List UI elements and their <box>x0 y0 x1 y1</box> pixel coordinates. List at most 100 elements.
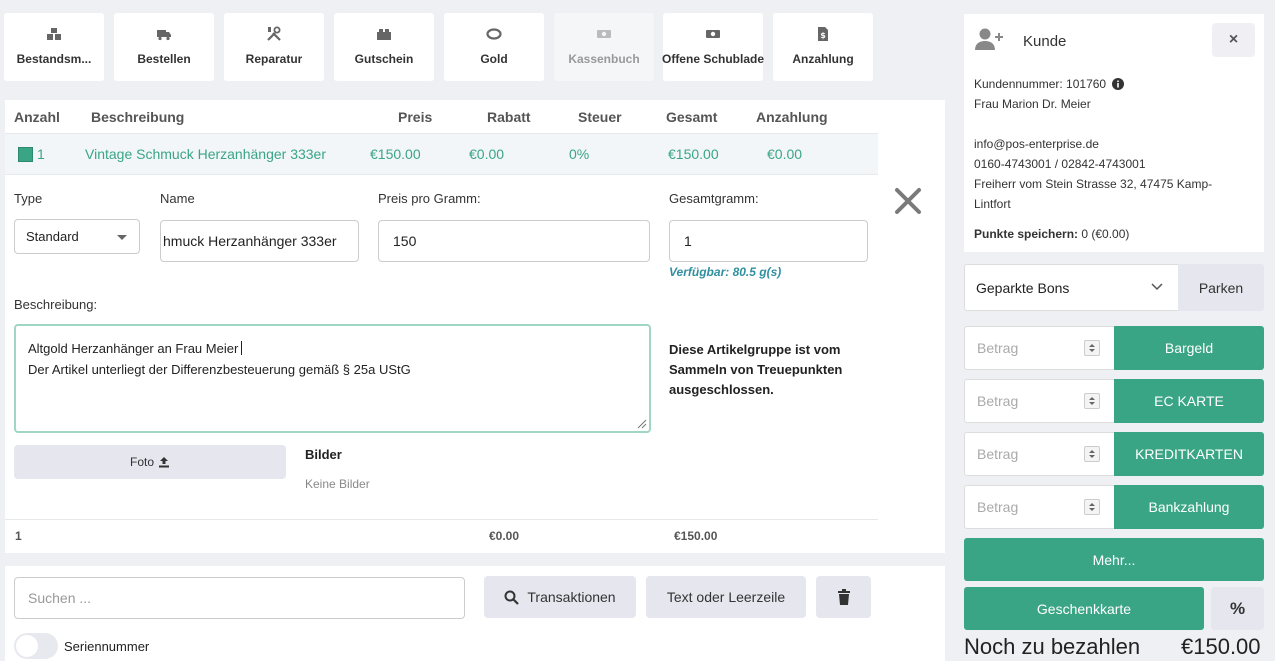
divider <box>5 519 878 520</box>
cash-label: Bargeld <box>1164 340 1214 356</box>
open-drawer-label: Offene Schublade <box>661 52 765 66</box>
amount-due-value: €150.00 <box>1181 634 1261 659</box>
credit-amount-input[interactable]: Betrag <box>964 432 1115 476</box>
park-button[interactable]: Parken <box>1178 264 1264 311</box>
resize-handle-icon[interactable] <box>635 417 647 429</box>
text-line-label: Text oder Leerzeile <box>666 589 786 605</box>
col-total: Gesamt <box>666 109 718 125</box>
row-total: €150.00 <box>668 146 719 162</box>
ec-amount-placeholder: Betrag <box>977 393 1019 409</box>
info-icon[interactable] <box>1112 78 1125 90</box>
amount-due-label: Noch zu bezahlen <box>964 634 1141 659</box>
customer-address-line2: Lintfort <box>974 197 1011 211</box>
caret-down-icon <box>117 235 127 240</box>
stepper-icon[interactable] <box>1084 393 1100 409</box>
row-tax: 0% <box>569 146 590 162</box>
photo-upload-label: Foto <box>129 455 154 469</box>
text-line-button[interactable]: Text oder Leerzeile <box>646 576 806 618</box>
add-user-icon[interactable] <box>974 27 1004 51</box>
loyalty-note: Diese Artikelgruppe ist vom Sammeln von … <box>669 342 843 397</box>
type-select[interactable]: Standard <box>14 219 140 254</box>
row-description: Vintage Schmuck Herzanhänger 333er <box>85 146 327 162</box>
search-input[interactable]: Suchen ... <box>14 577 465 619</box>
deposit-button[interactable]: $ Anzahlung <box>773 13 873 81</box>
close-icon: × <box>1228 31 1239 48</box>
ec-card-button[interactable]: EC KARTE <box>1114 379 1264 423</box>
price-per-gram-value: 150 <box>393 233 417 249</box>
tools-icon <box>267 26 281 41</box>
repair-label: Reparatur <box>245 52 303 66</box>
credit-amount-placeholder: Betrag <box>977 446 1019 462</box>
cashbook-button[interactable]: Kassenbuch <box>554 13 654 81</box>
description-line-1: Altgold Herzanhänger an Frau Meier <box>28 338 637 359</box>
row-price: €150.00 <box>370 146 421 162</box>
gift-card-label: Geschenkkarte <box>1036 600 1132 617</box>
gold-button[interactable]: Gold <box>444 13 544 81</box>
repair-button[interactable]: Reparatur <box>224 13 324 81</box>
ring-icon <box>486 28 502 40</box>
remove-customer-button[interactable]: × <box>1212 23 1255 57</box>
customer-phone: 0160-4743001 / 02842-4743001 <box>974 157 1146 171</box>
bank-amount-input[interactable]: Betrag <box>964 485 1115 529</box>
col-discount: Rabatt <box>487 109 531 125</box>
invoice-dollar-icon: $ <box>818 27 828 41</box>
more-payments-button[interactable]: Mehr... <box>964 538 1264 581</box>
price-per-gram-label: Preis pro Gramm: <box>378 191 481 206</box>
park-label: Parken <box>1198 279 1244 296</box>
serial-toggle[interactable] <box>14 633 58 659</box>
voucher-button[interactable]: Gutschein <box>334 13 434 81</box>
ec-amount-input[interactable]: Betrag <box>964 379 1115 423</box>
percent-label: % <box>1229 598 1246 618</box>
order-button[interactable]: Bestellen <box>114 13 214 81</box>
type-label: Type <box>14 191 43 206</box>
description-line-2: Der Artikel unterliegt der Differenzbest… <box>28 362 411 377</box>
search-icon <box>504 590 520 605</box>
images-empty: Keine Bilder <box>305 477 370 491</box>
inventory-button[interactable]: Bestandsm... <box>4 13 104 81</box>
col-description: Beschreibung <box>91 109 185 125</box>
available-grams: Verfügbar: 80.5 g(s) <box>669 265 782 279</box>
open-drawer-button[interactable]: Offene Schublade <box>661 13 765 81</box>
cash-drawer-icon <box>706 30 720 38</box>
customer-address-line1: Freiherr vom Stein Strasse 32, 47475 Kam… <box>974 177 1213 191</box>
description-label: Beschreibung: <box>14 297 98 312</box>
total-grams-input[interactable]: 1 <box>669 220 868 262</box>
bank-transfer-button[interactable]: Bankzahlung <box>1114 485 1264 529</box>
type-value: Standard <box>26 229 79 244</box>
text-cursor <box>241 341 243 355</box>
name-input[interactable]: hmuck Herzanhänger 333er <box>160 220 359 262</box>
toggle-knob <box>16 635 38 657</box>
customer-email: info@pos-enterprise.de <box>974 137 1099 151</box>
search-placeholder: Suchen ... <box>28 590 92 606</box>
discount-percent-button[interactable]: % <box>1211 587 1264 630</box>
inventory-label: Bestandsm... <box>16 52 92 66</box>
stepper-icon[interactable] <box>1084 446 1100 462</box>
photo-upload-button[interactable]: Foto <box>14 445 286 479</box>
gift-voucher-icon <box>377 29 391 40</box>
boxes-icon <box>47 28 61 40</box>
price-per-gram-input[interactable]: 150 <box>378 220 650 262</box>
footer-discount: €0.00 <box>489 529 520 543</box>
transactions-button[interactable]: Transaktionen <box>484 576 636 618</box>
footer-total: €150.00 <box>674 529 718 543</box>
credit-card-button[interactable]: KREDITKARTEN <box>1114 432 1264 476</box>
col-tax: Steuer <box>578 109 622 125</box>
stepper-icon[interactable] <box>1084 340 1100 356</box>
bank-amount-placeholder: Betrag <box>977 499 1019 515</box>
col-quantity: Anzahl <box>14 109 60 125</box>
close-editor-icon[interactable] <box>893 186 923 216</box>
customer-name: Frau Marion Dr. Meier <box>974 97 1091 111</box>
delete-button[interactable] <box>816 576 871 618</box>
gift-card-button[interactable]: Geschenkkarte <box>964 587 1204 630</box>
row-quantity: 1 <box>37 146 45 162</box>
cash-amount-input[interactable]: Betrag <box>964 326 1115 370</box>
cash-button[interactable]: Bargeld <box>1114 326 1264 370</box>
description-textarea[interactable]: Altgold Herzanhänger an Frau Meier Der A… <box>14 324 651 433</box>
stepper-icon[interactable] <box>1084 499 1100 515</box>
parked-receipts-select[interactable]: Geparkte Bons <box>964 264 1179 311</box>
serial-label: Seriennummer <box>64 639 150 654</box>
row-discount: €0.00 <box>469 146 505 162</box>
credit-card-label: KREDITKARTEN <box>1135 446 1243 462</box>
svg-text:$: $ <box>820 31 826 40</box>
bank-transfer-label: Bankzahlung <box>1148 499 1230 515</box>
